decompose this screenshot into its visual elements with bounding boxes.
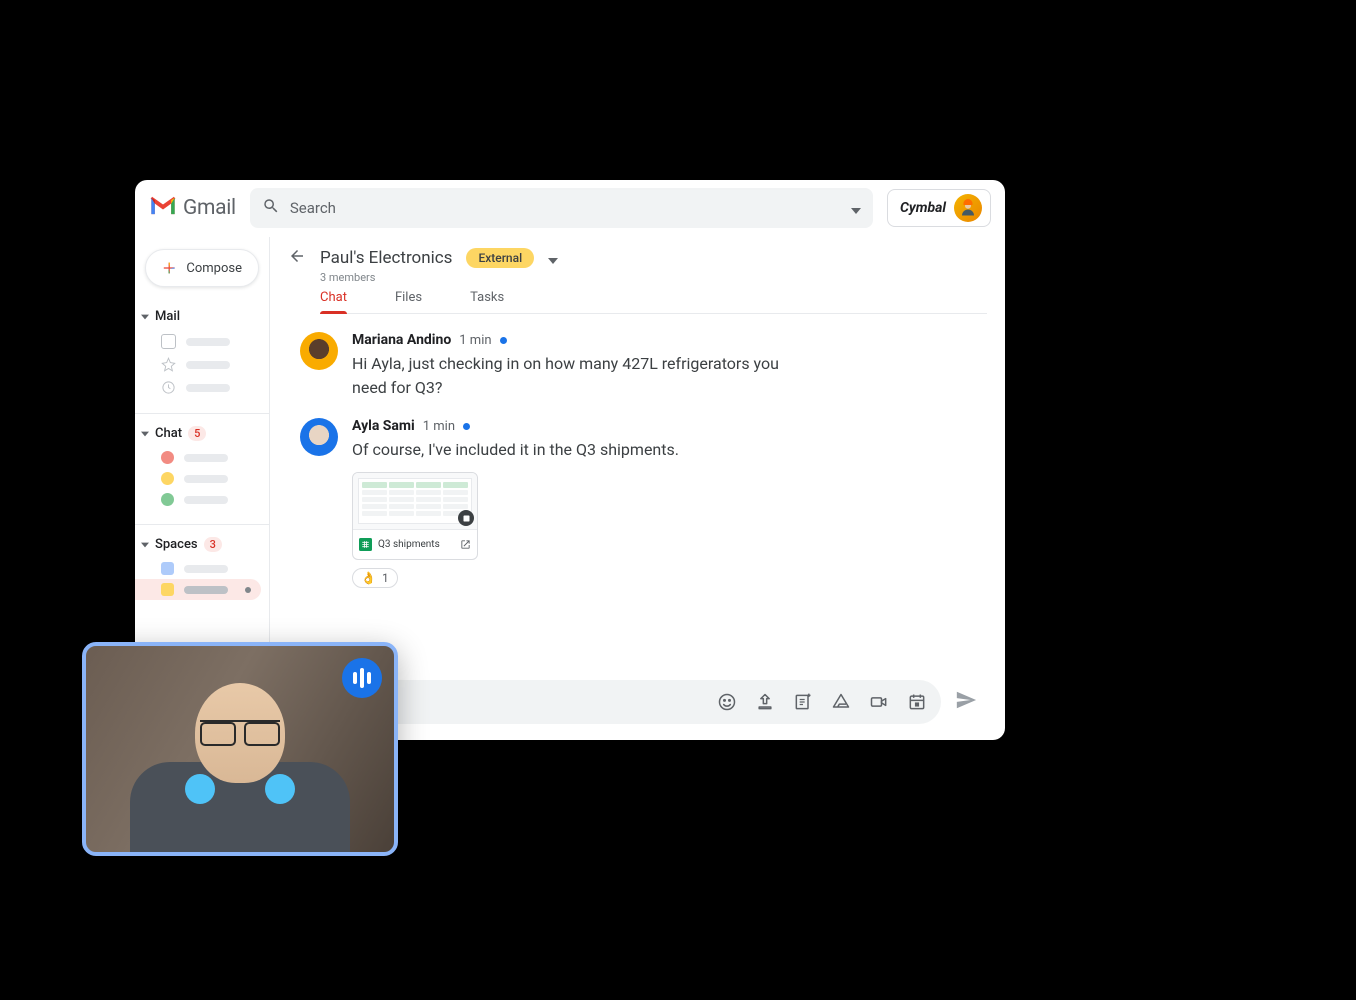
chat-item-placeholder[interactable] — [135, 468, 269, 489]
chat-item-placeholder[interactable] — [135, 489, 269, 510]
app-name: Gmail — [183, 196, 236, 220]
online-indicator-icon — [500, 337, 507, 344]
search-input[interactable]: Search — [290, 199, 841, 217]
calendar-icon[interactable] — [907, 692, 927, 712]
message-avatar[interactable] — [300, 332, 338, 370]
attachment-badge-icon — [458, 510, 474, 526]
mail-item-placeholder[interactable] — [135, 353, 269, 376]
send-button[interactable] — [955, 689, 977, 715]
space-item-placeholder[interactable] — [135, 558, 269, 579]
caret-down-icon — [141, 313, 149, 321]
video-icon[interactable] — [869, 692, 889, 712]
gmail-m-icon — [149, 195, 177, 221]
presence-dot-icon — [161, 493, 174, 506]
mail-section-header[interactable]: Mail — [135, 305, 269, 330]
compose-label: Compose — [186, 261, 242, 276]
google-sheets-icon — [359, 538, 372, 551]
space-icon — [161, 562, 174, 575]
chat-section-header[interactable]: Chat 5 — [135, 422, 269, 447]
attachment-name: Q3 shipments — [378, 539, 454, 550]
reaction-chip[interactable]: 👌 1 — [352, 568, 398, 588]
message-author[interactable]: Ayla Sami — [352, 418, 415, 434]
org-name: Cymbal — [900, 200, 946, 216]
spaces-label: Spaces — [155, 537, 198, 552]
attachment-card[interactable]: Q3 shipments — [352, 472, 478, 560]
message-list: Mariana Andino 1 min Hi Ayla, just check… — [270, 314, 1005, 672]
caret-down-icon — [141, 541, 149, 549]
online-indicator-icon — [463, 423, 470, 430]
spaces-badge: 3 — [204, 537, 222, 552]
tab-chat[interactable]: Chat — [320, 290, 347, 313]
user-avatar[interactable] — [954, 194, 982, 222]
message-text: Hi Ayla, just checking in on how many 42… — [352, 352, 792, 400]
space-menu-dropdown-icon[interactable] — [548, 249, 558, 268]
reaction-row: 👌 1 — [352, 568, 965, 588]
mail-item-placeholder[interactable] — [135, 376, 269, 399]
tab-row: Chat Files Tasks — [320, 290, 987, 314]
search-icon — [262, 197, 280, 219]
mail-item-placeholder[interactable] — [135, 330, 269, 353]
caret-down-icon — [141, 430, 149, 438]
member-count[interactable]: 3 members — [320, 271, 987, 284]
plus-icon — [162, 260, 176, 276]
video-call-pip[interactable] — [82, 642, 398, 856]
search-options-dropdown-icon[interactable] — [851, 199, 861, 218]
reaction-count: 1 — [382, 571, 389, 585]
sidebar-section-chat: Chat 5 — [135, 418, 269, 520]
chat-badge: 5 — [188, 426, 206, 441]
message: Mariana Andino 1 min Hi Ayla, just check… — [300, 332, 965, 400]
chat-item-placeholder[interactable] — [135, 447, 269, 468]
drive-icon[interactable] — [831, 692, 851, 712]
message-text: Of course, I've included it in the Q3 sh… — [352, 438, 792, 462]
message-avatar[interactable] — [300, 418, 338, 456]
message-time: 1 min — [459, 333, 491, 348]
clock-icon — [161, 380, 176, 395]
message-time: 1 min — [423, 419, 455, 434]
sidebar-section-spaces: Spaces 3 — [135, 529, 269, 610]
tab-files[interactable]: Files — [395, 290, 422, 313]
org-brand-chip[interactable]: Cymbal — [887, 189, 991, 227]
top-bar: Gmail Search Cymbal — [135, 180, 1005, 237]
chat-header: Paul's Electronics External 3 members Ch… — [270, 237, 1005, 314]
inbox-icon — [161, 334, 176, 349]
space-name[interactable]: Paul's Electronics — [320, 248, 452, 268]
mail-label: Mail — [155, 309, 180, 324]
back-arrow-icon[interactable] — [288, 247, 306, 269]
space-icon — [161, 583, 174, 596]
speaking-indicator-icon — [342, 658, 382, 698]
presence-dot-icon — [161, 451, 174, 464]
space-item-active[interactable] — [135, 579, 261, 600]
search-bar[interactable]: Search — [250, 188, 873, 228]
gmail-logo[interactable]: Gmail — [149, 195, 236, 221]
star-icon — [161, 357, 176, 372]
upload-icon[interactable] — [755, 692, 775, 712]
emoji-icon[interactable] — [717, 692, 737, 712]
attachment-preview — [353, 473, 477, 529]
message: Ayla Sami 1 min Of course, I've included… — [300, 418, 965, 588]
reaction-emoji: 👌 — [361, 571, 376, 585]
presence-dot-icon — [161, 472, 174, 485]
new-doc-icon[interactable] — [793, 692, 813, 712]
compose-button[interactable]: Compose — [145, 249, 259, 287]
open-external-icon[interactable] — [460, 535, 471, 554]
external-badge: External — [466, 248, 534, 268]
spaces-section-header[interactable]: Spaces 3 — [135, 533, 269, 558]
message-author[interactable]: Mariana Andino — [352, 332, 451, 348]
tab-tasks[interactable]: Tasks — [470, 290, 504, 313]
chat-label: Chat — [155, 426, 182, 441]
sidebar-section-mail: Mail — [135, 301, 269, 409]
